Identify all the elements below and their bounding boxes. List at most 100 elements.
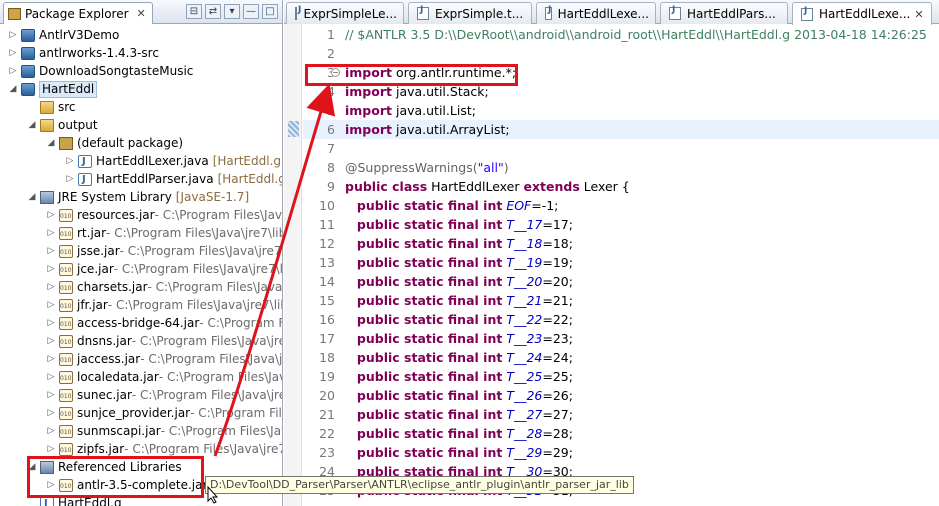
tree-item[interactable]: ▷ localedata.jar - C:\Program Files\Java\ [46,368,282,388]
code-line[interactable]: 20 public static final int T__26=26; [303,386,939,405]
tree-item[interactable]: ▷ HartEddlLexer.java [HartEddl.g] [65,152,283,171]
expand-twisty-icon[interactable]: ▷ [46,332,56,350]
tree-item[interactable]: ◢ HartEddl [8,80,98,98]
expand-twisty-icon[interactable]: ▷ [46,386,56,404]
tree-item[interactable]: src [27,98,76,116]
tree-item-path: - C:\Program Files [190,406,282,420]
editor-tabbar: ExprSimpleLe... ExprSimple.t... HartEddlLe… [284,0,939,25]
jar-icon [59,316,73,334]
code-line[interactable]: 15 public static final int T__21=21; [303,291,939,310]
code-line[interactable]: 7 [303,139,939,158]
editor-tab[interactable]: ExprSimpleLe... [286,2,404,24]
tree-item[interactable]: ▷ sunjce_provider.jar - C:\Program Files [46,404,282,424]
expand-twisty-icon[interactable]: ◢ [46,134,56,152]
tree-item[interactable]: ▷ sunec.jar - C:\Program Files\Java\jre7\ [46,386,282,406]
expand-twisty-icon[interactable]: ▷ [46,242,56,260]
close-tab-icon[interactable]: ✕ [914,8,923,21]
package-icon [59,136,73,150]
expand-twisty-icon[interactable]: ◢ [27,116,37,134]
code-line[interactable]: 23 public static final int T__29=29; [303,443,939,462]
tree-item[interactable]: ▷ dnsns.jar - C:\Program Files\Java\jre7 [46,332,282,352]
expand-twisty-icon[interactable]: ◢ [8,80,18,98]
code-line[interactable]: 17 public static final int T__23=23; [303,329,939,348]
code-text: public static final int T__18=18; [356,236,573,251]
code-line[interactable]: 13 public static final int T__19=19; [303,253,939,272]
code-text: @SuppressWarnings("all") [345,160,509,175]
editor-tab[interactable]: HartEddlLexe... [536,2,656,24]
expand-twisty-icon[interactable]: ▷ [8,62,18,80]
line-number: 6 [327,122,335,137]
expand-twisty-icon[interactable]: ▷ [46,278,56,296]
expand-twisty-icon[interactable]: ▷ [46,404,56,422]
code-line[interactable]: 6 import java.util.ArrayList; [303,120,939,139]
expand-twisty-icon[interactable]: ▷ [8,44,18,62]
expand-twisty-icon[interactable]: ▷ [65,152,75,170]
code-line[interactable]: 10 public static final int EOF=-1; [303,196,939,215]
tree-item[interactable]: ▷ jaccess.jar - C:\Program Files\Java\jre [46,350,282,370]
code-line[interactable]: 9 public class HartEddlLexer extends Lexe… [303,177,939,196]
expand-twisty-icon[interactable]: ▷ [46,350,56,368]
editor-tab[interactable]: ExprSimple.t... [408,2,532,24]
tree-item-decoration: [HartEddl.g] [212,154,283,168]
line-number: 22 [319,426,335,441]
jar-icon [59,406,73,424]
tree-item[interactable]: ▷ resources.jar - C:\Program Files\Java\ [46,206,282,226]
tree-item[interactable]: ▷ AntlrV3Demo [8,26,120,44]
tree-item-label: DownloadSongtasteMusic [39,64,194,78]
tree-item[interactable]: ▷ antlrworks-1.4.3-src [8,44,159,62]
code-line[interactable]: 2 [303,44,939,63]
expand-twisty-icon[interactable]: ▷ [65,170,75,188]
tree-item-label: jsse.jar [77,244,120,258]
minimize-icon[interactable]: — [243,4,259,19]
code-line[interactable]: 5 import java.util.List; [303,101,939,120]
link-with-editor-icon[interactable]: ⇄ [205,4,221,19]
code-editor[interactable]: 1 // $ANTLR 3.5 D:\\DevRoot\\android\\and… [303,24,939,506]
code-line[interactable]: 11 public static final int T__17=17; [303,215,939,234]
expand-twisty-icon[interactable]: ▷ [46,260,56,278]
code-line[interactable]: 16 public static final int T__22=22; [303,310,939,329]
expand-twisty-icon[interactable]: ▷ [46,314,56,332]
tree-item[interactable]: ◢ JRE System Library [JavaSE-1.7] [27,188,250,206]
tree-item[interactable]: ◢ (default package) [46,134,184,152]
line-number: 9 [327,179,335,194]
tree-item[interactable]: ▷ jce.jar - C:\Program Files\Java\jre7\l [46,260,282,280]
tree-item[interactable]: ▷ access-bridge-64.jar - C:\Program Fil [46,314,282,334]
expand-twisty-icon[interactable]: ▷ [46,206,56,224]
line-number: 5 [327,103,335,118]
tree-item[interactable]: ▷ jfr.jar - C:\Program Files\Java\jre7\li… [46,296,282,316]
project-icon [21,46,35,60]
referenced-libraries-highlight-box [27,456,204,498]
tree-item[interactable]: ▷ sunmscapi.jar - C:\Program Files\Java\ [46,422,282,442]
tree-item[interactable]: ▷ DownloadSongtasteMusic [8,62,194,80]
tree-item[interactable]: ▷ jsse.jar - C:\Program Files\Java\jre7\ [46,242,282,262]
expand-twisty-icon[interactable]: ▷ [46,224,56,242]
jar-icon [59,442,73,460]
editor-tab[interactable]: HartEddlLexe...✕ [792,2,932,25]
expand-twisty-icon[interactable]: ▷ [46,296,56,314]
code-line[interactable]: 8 @SuppressWarnings("all") [303,158,939,177]
tree-item[interactable]: ▷ rt.jar - C:\Program Files\Java\jre7\lib [46,224,282,244]
expand-twisty-icon[interactable]: ▷ [46,368,56,386]
expand-twisty-icon[interactable]: ▷ [8,26,18,44]
tree-item-label: localedata.jar [77,370,159,384]
expand-twisty-icon[interactable]: ▷ [46,422,56,440]
code-line[interactable]: 21 public static final int T__27=27; [303,405,939,424]
tree-item[interactable]: ▷ HartEddlParser.java [HartEddl.g] [65,170,282,189]
tree-item-decoration: [HartEddl.g] [217,172,282,186]
code-line[interactable]: 18 public static final int T__24=24; [303,348,939,367]
editor-tab[interactable]: HartEddlPars... [660,2,788,24]
tree-item[interactable]: ◢ output [27,116,98,134]
line-number: 14 [319,274,335,289]
tree-item[interactable]: ▷ charsets.jar - C:\Program Files\Java\jr [46,278,282,298]
maximize-icon[interactable]: □ [262,4,278,19]
expand-twisty-icon[interactable]: ◢ [27,188,37,206]
code-line[interactable]: 14 public static final int T__20=20; [303,272,939,291]
close-icon[interactable]: ✕ [137,7,146,20]
code-line[interactable]: 1 // $ANTLR 3.5 D:\\DevRoot\\android\\and… [303,25,939,44]
code-line[interactable]: 22 public static final int T__28=28; [303,424,939,443]
collapse-all-icon[interactable]: ⊟ [186,4,202,19]
code-line[interactable]: 12 public static final int T__18=18; [303,234,939,253]
code-line[interactable]: 19 public static final int T__25=25; [303,367,939,386]
package-explorer-tab[interactable]: Package Explorer ✕ [3,2,153,24]
view-menu-icon[interactable]: ▾ [224,4,240,19]
